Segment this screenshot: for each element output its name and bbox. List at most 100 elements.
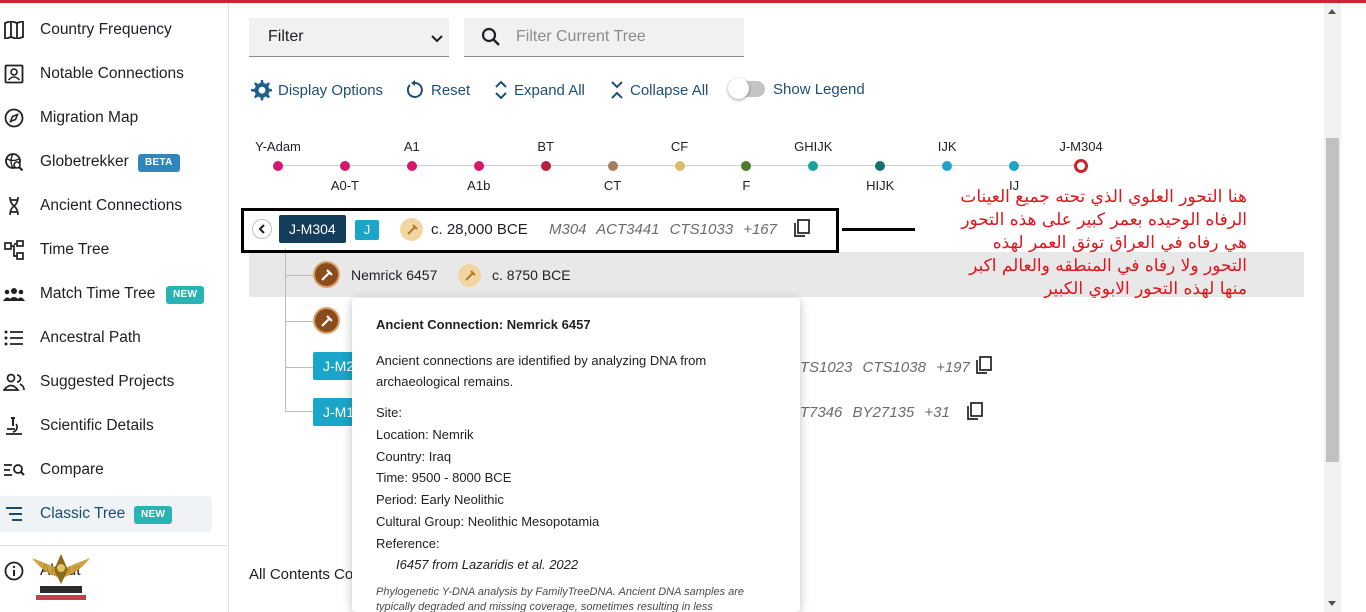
- tree-diagram-icon: [3, 240, 25, 260]
- lineage-label: HIJK: [866, 178, 895, 193]
- sidebar-item-ancestral-path[interactable]: Ancestral Path: [0, 320, 212, 356]
- chevron-down-icon: [431, 31, 443, 49]
- reset-button[interactable]: Reset: [405, 78, 470, 102]
- sample-age: c. 8750 BCE: [492, 267, 571, 283]
- age-icon: [458, 264, 481, 287]
- tooltip-time: Time: 9500 - 8000 BCE: [376, 470, 512, 485]
- show-legend-label: Show Legend: [773, 81, 865, 98]
- haplogroup-chip[interactable]: J-M1: [313, 398, 353, 426]
- lineage-node-cf[interactable]: [674, 161, 685, 171]
- sidebar-divider: [0, 545, 229, 546]
- lineage-node-ghijk[interactable]: [808, 161, 819, 171]
- sample-name[interactable]: Nemrick 6457: [351, 267, 437, 283]
- globe-search-icon: [3, 152, 25, 172]
- lineage-node-ij[interactable]: [1009, 161, 1020, 171]
- search-icon: [481, 27, 501, 52]
- lineage-label: Y-Adam: [255, 139, 301, 154]
- sidebar-item-classic-tree[interactable]: Classic Tree NEW: [0, 496, 212, 532]
- sidebar-item-notable-connections[interactable]: Notable Connections: [0, 56, 212, 92]
- annotation-line: منها لهذه التحور الابوي الكبير: [1044, 279, 1247, 299]
- sidebar-item-ancient-connections[interactable]: Ancient Connections: [0, 188, 212, 224]
- group-icon: [3, 284, 25, 304]
- sidebar-item-globetrekker[interactable]: Globetrekker BETA: [0, 144, 212, 180]
- filter-select[interactable]: Filter: [249, 18, 449, 57]
- scroll-down-arrow[interactable]: [1328, 601, 1336, 606]
- expand-icon: [494, 80, 508, 100]
- lineage-node-y-adam[interactable]: [273, 161, 283, 171]
- sidebar-item-label: Ancient Connections: [40, 197, 183, 214]
- lineage-node-a0-t[interactable]: [339, 161, 350, 171]
- copy-icon[interactable]: [966, 402, 984, 425]
- ancient-sample-icon[interactable]: [313, 261, 340, 288]
- sidebar-item-country-frequency[interactable]: Country Frequency: [0, 12, 212, 48]
- collapse-all-button[interactable]: Collapse All: [610, 78, 708, 102]
- annotation-pointer-line: [842, 228, 915, 231]
- tooltip-cultural-group: Cultural Group: Neolithic Mesopotamia: [376, 514, 600, 529]
- classic-tree-icon: [3, 504, 25, 524]
- lineage-label: GHIJK: [794, 139, 833, 154]
- lineage-label: F: [742, 178, 751, 193]
- sidebar-item-scientific-details[interactable]: Scientific Details: [0, 408, 212, 444]
- scroll-up-arrow[interactable]: [1328, 9, 1336, 14]
- lineage-node-ct[interactable]: [607, 161, 618, 171]
- sidebar-item-label: Ancestral Path: [40, 329, 141, 346]
- tooltip-location: Location: Nemrik: [376, 427, 474, 442]
- lineage-label: A0-T: [330, 178, 359, 193]
- show-legend-toggle[interactable]: [728, 78, 765, 99]
- lineage-node-hijk[interactable]: [875, 161, 886, 171]
- gear-icon: [250, 79, 272, 101]
- annotation-line: هنا التحور العلوي الذي تحته جميع العينات: [960, 187, 1247, 207]
- sidebar-item-compare[interactable]: Compare: [0, 452, 212, 488]
- display-options-label: Display Options: [278, 81, 384, 99]
- dna-icon: [3, 196, 25, 216]
- page-scrollbar[interactable]: [1324, 3, 1341, 612]
- compare-icon: [3, 460, 25, 480]
- tooltip-title: Ancient Connection: Nemrick 6457: [376, 317, 591, 332]
- haplogroup-chip[interactable]: J-M2: [313, 352, 353, 380]
- lineage-node-f[interactable]: [741, 161, 752, 171]
- lineage-label: BT: [537, 139, 554, 154]
- sidebar-item-match-time-tree[interactable]: Match Time Tree NEW: [0, 276, 212, 312]
- tooltip-description: Ancient connections are identified by an…: [376, 353, 707, 389]
- sidebar-item-suggested-projects[interactable]: Suggested Projects: [0, 364, 212, 400]
- lineage-node-a1[interactable]: [406, 161, 417, 171]
- sidebar-item-label: Classic Tree: [40, 505, 126, 522]
- sidebar-item-label: Country Frequency: [40, 21, 172, 38]
- subclade-snps: CTS1023 CTS1038 +197: [789, 359, 970, 376]
- search-input[interactable]: [516, 26, 736, 48]
- toggle-knob: [728, 78, 749, 99]
- contact-card-icon: [3, 64, 25, 84]
- sidebar-item-time-tree[interactable]: Time Tree: [0, 232, 212, 268]
- sidebar-item-label: Match Time Tree: [40, 285, 156, 302]
- tooltip-reference: I6457 from Lazaridis et al. 2022: [396, 557, 579, 572]
- sidebar-item-migration-map[interactable]: Migration Map: [0, 100, 212, 136]
- lineage-label: CT: [603, 178, 622, 193]
- annotation-line: الرفاه الوحيده بعمر كبير على هذه التحور: [961, 210, 1247, 230]
- ancient-sample-icon[interactable]: [313, 307, 340, 334]
- sidebar-item-label: Time Tree: [40, 241, 110, 258]
- lineage-label: IJK: [937, 139, 957, 154]
- sidebar-item-label: Scientific Details: [40, 417, 154, 434]
- forum-logo: [30, 548, 92, 608]
- tooltip-country: Country: Iraq: [376, 449, 452, 464]
- lineage-label: A1b: [467, 178, 491, 193]
- annotation-line: التحور ولا رفاه في المنطقه والعالم اكبر: [969, 256, 1247, 276]
- subclade-snps: CT7346 BY27135 +31: [789, 404, 950, 421]
- lineage-node-a1b[interactable]: [473, 161, 484, 171]
- lineage-node-j-m304[interactable]: [1074, 159, 1088, 173]
- lineage-node-bt[interactable]: [540, 161, 551, 171]
- sidebar-item-label: Migration Map: [40, 109, 139, 126]
- reset-icon: [405, 80, 425, 100]
- search-field[interactable]: [464, 18, 744, 57]
- lineage-node-ijk[interactable]: [942, 161, 953, 171]
- copy-icon[interactable]: [975, 356, 993, 379]
- tree-connector: [285, 321, 313, 322]
- beta-badge: BETA: [138, 154, 180, 172]
- tree-connector: [285, 411, 313, 412]
- microscope-icon: [3, 416, 25, 436]
- map-icon: [3, 20, 25, 40]
- expand-all-button[interactable]: Expand All: [494, 78, 585, 102]
- display-options-button[interactable]: Display Options: [250, 78, 383, 102]
- scroll-thumb[interactable]: [1326, 138, 1339, 462]
- annotation-highlight-box: [241, 208, 839, 253]
